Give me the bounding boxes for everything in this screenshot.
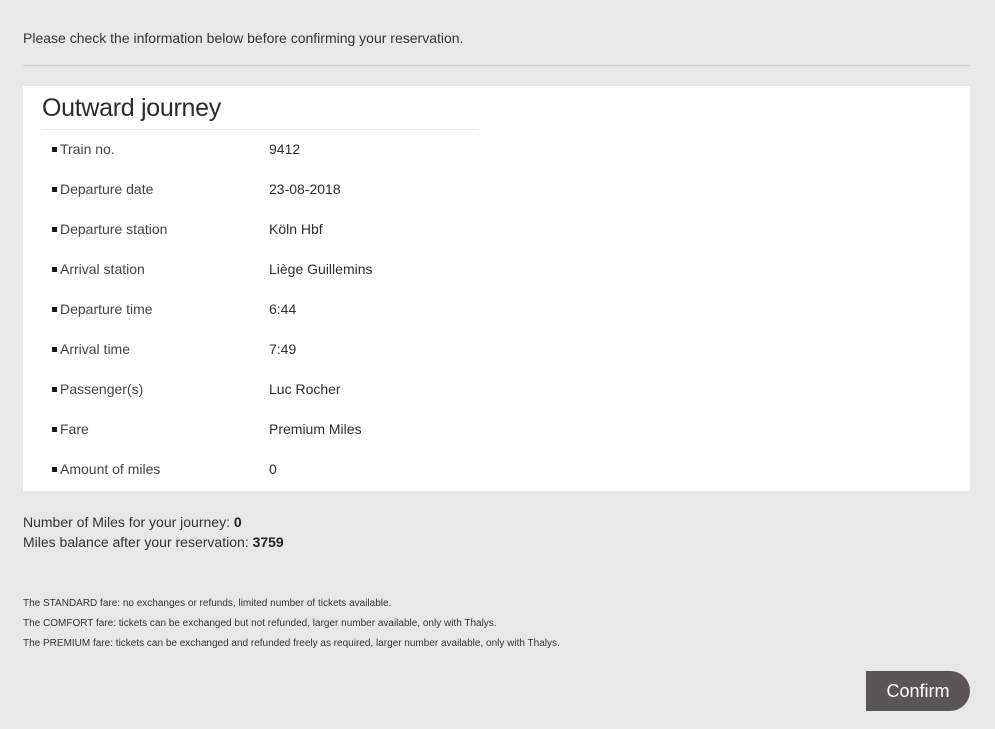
detail-row-departure-station: Departure station Köln Hbf [51, 221, 551, 261]
bullet-icon [52, 347, 57, 352]
detail-row-amount-of-miles: Amount of miles 0 [51, 461, 551, 501]
journey-miles-label: Number of Miles for your journey: [23, 514, 230, 530]
reservation-confirmation-page: Please check the information below befor… [0, 0, 995, 729]
journey-miles-line: Number of Miles for your journey: 0 [23, 512, 284, 532]
miles-summary: Number of Miles for your journey: 0 Mile… [23, 512, 284, 552]
detail-label: Train no. [60, 141, 115, 157]
title-divider [42, 129, 478, 130]
detail-row-departure-date: Departure date 23-08-2018 [51, 181, 551, 221]
divider [23, 65, 970, 66]
bullet-icon [52, 387, 57, 392]
bullet-icon [52, 227, 57, 232]
detail-row-passengers: Passenger(s) Luc Rocher [51, 381, 551, 421]
journey-card: Outward journey Train no. 9412 Departure… [23, 86, 970, 491]
detail-label: Arrival time [60, 341, 131, 357]
detail-label: Arrival station [60, 261, 145, 277]
detail-row-train-no: Train no. 9412 [51, 141, 551, 181]
detail-label: Passenger(s) [60, 381, 144, 397]
detail-value: 9412 [269, 141, 301, 157]
detail-value: 6:44 [269, 301, 297, 317]
confirm-button[interactable]: Confirm [866, 671, 970, 711]
detail-value: Premium Miles [269, 421, 362, 437]
detail-label: Amount of miles [60, 461, 161, 477]
detail-row-fare: Fare Premium Miles [51, 421, 551, 461]
bullet-icon [52, 467, 57, 472]
intro-text: Please check the information below befor… [23, 30, 464, 46]
miles-balance-value: 3759 [252, 534, 284, 550]
fare-comfort-note: The COMFORT fare: tickets can be exchang… [23, 618, 497, 629]
bullet-icon [52, 187, 57, 192]
journey-miles-value: 0 [233, 514, 242, 530]
detail-row-departure-time: Departure time 6:44 [51, 301, 551, 341]
detail-value: 7:49 [269, 341, 297, 357]
miles-balance-label: Miles balance after your reservation: [23, 534, 249, 550]
detail-value: 0 [269, 461, 277, 477]
detail-value: Köln Hbf [269, 221, 323, 237]
detail-value: Luc Rocher [269, 381, 341, 397]
detail-label: Fare [60, 421, 89, 437]
detail-value: 23-08-2018 [269, 181, 341, 197]
detail-label: Departure time [60, 301, 153, 317]
detail-label: Departure date [60, 181, 154, 197]
bullet-icon [52, 427, 57, 432]
bullet-icon [52, 267, 57, 272]
detail-row-arrival-station: Arrival station Liège Guillemins [51, 261, 551, 301]
miles-balance-line: Miles balance after your reservation: 37… [23, 532, 284, 552]
detail-label: Departure station [60, 221, 168, 237]
journey-details-list: Train no. 9412 Departure date 23-08-2018… [51, 141, 551, 501]
journey-title: Outward journey [42, 94, 221, 122]
bullet-icon [52, 307, 57, 312]
fare-standard-note: The STANDARD fare: no exchanges or refun… [23, 598, 392, 609]
detail-row-arrival-time: Arrival time 7:49 [51, 341, 551, 381]
detail-value: Liège Guillemins [269, 261, 373, 277]
bullet-icon [52, 147, 57, 152]
fare-premium-note: The PREMIUM fare: tickets can be exchang… [23, 638, 560, 649]
fare-conditions: The STANDARD fare: no exchanges or refun… [23, 594, 560, 654]
